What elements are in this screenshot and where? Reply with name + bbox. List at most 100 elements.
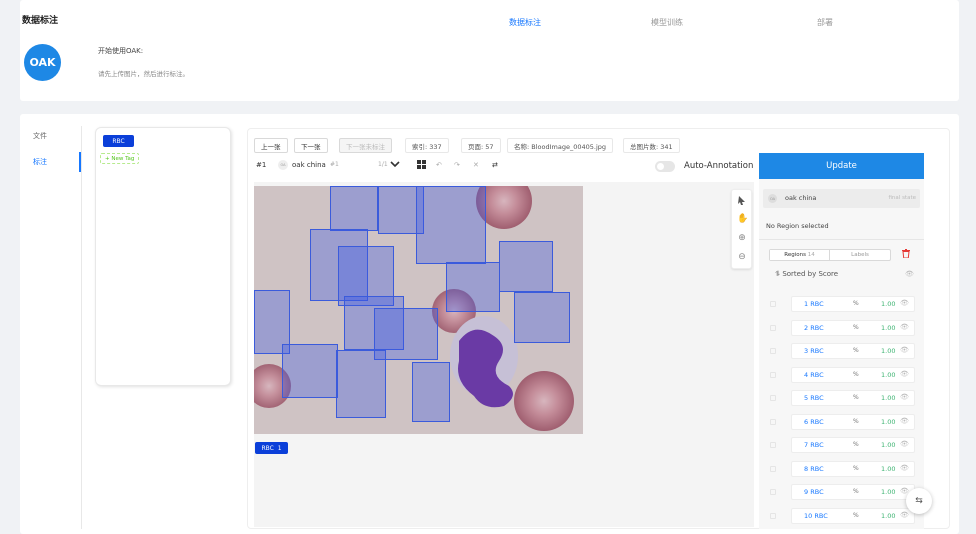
eye-icon[interactable]: 👁 — [900, 393, 909, 401]
bbox-rbc[interactable] — [446, 262, 500, 312]
oak-logo: OAK — [24, 44, 61, 81]
side-menu-annotate[interactable]: 标注 — [33, 157, 47, 167]
region-percent: % — [853, 511, 859, 519]
panel-divider — [759, 239, 924, 240]
region-number: 6 — [804, 417, 809, 426]
bbox-rbc[interactable] — [330, 186, 378, 231]
region-checkbox[interactable] — [770, 324, 776, 331]
pointer-icon[interactable] — [737, 196, 747, 206]
prev-image-button[interactable]: 上一张 — [254, 138, 288, 153]
tab-regions[interactable]: Regions 14 — [770, 250, 830, 260]
region-checkbox[interactable] — [770, 371, 776, 378]
pan-icon[interactable]: ✋ — [737, 214, 748, 224]
side-menu-files[interactable]: 文件 — [33, 131, 47, 141]
eye-icon[interactable]: 👁 — [900, 417, 909, 425]
region-checkbox[interactable] — [770, 395, 776, 401]
annotator-row[interactable]: OA oak china final state — [763, 189, 920, 208]
tool-row: #1 OA oak china #1 1/1 ↶ ↷ ✕ ⇄ — [254, 158, 754, 174]
redo-icon[interactable]: ↷ — [454, 161, 460, 169]
region-checkbox[interactable] — [770, 489, 776, 495]
region-label: 4 RBC — [804, 371, 824, 379]
region-row[interactable]: 10 RBC% 1.00 👁 — [766, 507, 920, 524]
nav-data-annotation[interactable]: 数据标注 — [509, 17, 541, 28]
sort-control[interactable]: ⥮ Sorted by Score — [775, 270, 838, 279]
region-row[interactable]: 6 RBC% 1.00 👁 — [766, 413, 920, 430]
region-score: 1.00 — [881, 323, 896, 332]
region-row[interactable]: 2 RBC% 1.00 👁 — [766, 319, 920, 336]
region-row[interactable]: 1 RBC% 1.00 👁 — [766, 296, 920, 312]
region-row[interactable]: 4 RBC% 1.00 👁 — [766, 366, 920, 383]
region-class: RBC — [810, 394, 824, 402]
swap-icon[interactable]: ⇄ — [492, 161, 498, 169]
eye-icon[interactable]: 👁 — [900, 511, 909, 519]
side-menu-active-indicator — [79, 152, 81, 172]
eye-icon[interactable]: 👁 — [905, 270, 914, 278]
close-icon[interactable]: ✕ — [473, 161, 479, 169]
region-score: 1.00 — [881, 488, 896, 496]
next-image-button[interactable]: 下一张 — [294, 138, 328, 153]
eye-icon[interactable]: 👁 — [900, 346, 909, 354]
region-row[interactable]: 7 RBC% 1.00 👁 — [766, 437, 920, 453]
update-button[interactable]: Update — [759, 153, 924, 179]
grid-icon[interactable] — [417, 160, 426, 171]
region-number: 2 — [804, 323, 809, 332]
bbox-rbc[interactable] — [412, 362, 450, 422]
header-card — [20, 0, 959, 101]
region-percent: % — [853, 464, 859, 472]
region-checkbox[interactable] — [770, 442, 776, 448]
eye-icon[interactable]: 👁 — [900, 370, 909, 378]
region-score: 1.00 — [881, 370, 896, 379]
zoom-out-icon[interactable]: ⊖ — [737, 252, 747, 262]
sorted-by-label: Sorted by Score — [782, 270, 839, 278]
region-checkbox[interactable] — [770, 418, 776, 425]
region-row[interactable]: 3 RBC% 1.00 👁 — [766, 343, 920, 359]
bbox-rbc[interactable] — [416, 186, 486, 264]
bbox-rbc[interactable] — [514, 292, 570, 343]
blood-cell-image[interactable] — [254, 186, 583, 434]
region-number: 3 — [804, 347, 809, 355]
next-unlabeled-button[interactable]: 下一张未标注 — [339, 138, 392, 153]
region-percent: % — [853, 300, 859, 307]
region-label: 6 RBC — [804, 418, 824, 426]
user-name-small: oak china — [292, 161, 326, 169]
no-region-text: No Region selected — [766, 222, 829, 230]
annotation-counter: 1/1 — [378, 161, 388, 168]
eye-icon[interactable]: 👁 — [900, 440, 909, 448]
zoom-in-icon[interactable]: ⊕ — [737, 233, 747, 243]
tab-regions-count: 14 — [807, 252, 815, 258]
nav-model-training[interactable]: 模型训练 — [651, 17, 683, 28]
new-tag-button[interactable]: + New Tag — [100, 153, 140, 164]
eye-icon[interactable]: 👁 — [900, 464, 909, 472]
region-checkbox[interactable] — [770, 301, 776, 307]
trash-icon[interactable] — [902, 249, 910, 261]
tab-regions-label: Regions — [784, 252, 806, 258]
region-score: 1.00 — [881, 464, 896, 473]
annotator-name: oak china — [785, 194, 817, 202]
auto-annotation-toggle[interactable] — [655, 161, 675, 172]
bbox-rbc[interactable] — [336, 350, 386, 418]
tag-rbc[interactable]: RBC — [103, 135, 134, 147]
region-row[interactable]: 5 RBC% 1.00 👁 — [766, 390, 920, 406]
region-row[interactable]: 8 RBC% 1.00 👁 — [766, 460, 920, 477]
bbox-rbc[interactable] — [282, 344, 338, 398]
nav-deploy[interactable]: 部署 — [817, 17, 833, 28]
eye-icon[interactable]: 👁 — [900, 299, 909, 307]
region-label: 10 RBC — [804, 512, 828, 520]
region-checkbox[interactable] — [770, 465, 776, 472]
region-score: 1.00 — [881, 441, 896, 449]
chevron-down-icon[interactable] — [390, 159, 400, 171]
eye-icon[interactable]: 👁 — [900, 323, 909, 331]
region-checkbox[interactable] — [770, 348, 776, 354]
region-label: 9 RBC — [804, 488, 824, 496]
region-row[interactable]: 9 RBC% 1.00 👁 — [766, 484, 920, 500]
intro-title: 开始使用OAK: — [98, 47, 144, 55]
app-title: 数据标注 — [22, 16, 59, 26]
intro-subtitle: 请先上传图片，然后进行标注。 — [98, 70, 189, 78]
region-checkbox[interactable] — [770, 512, 776, 519]
region-class: RBC — [810, 347, 824, 355]
swap-fab-icon[interactable]: ⇆ — [906, 488, 932, 514]
label-count-tag: RBC — [261, 444, 274, 452]
undo-icon[interactable]: ↶ — [436, 161, 442, 169]
bbox-rbc[interactable] — [499, 241, 553, 292]
tab-labels[interactable]: Labels — [830, 250, 890, 260]
